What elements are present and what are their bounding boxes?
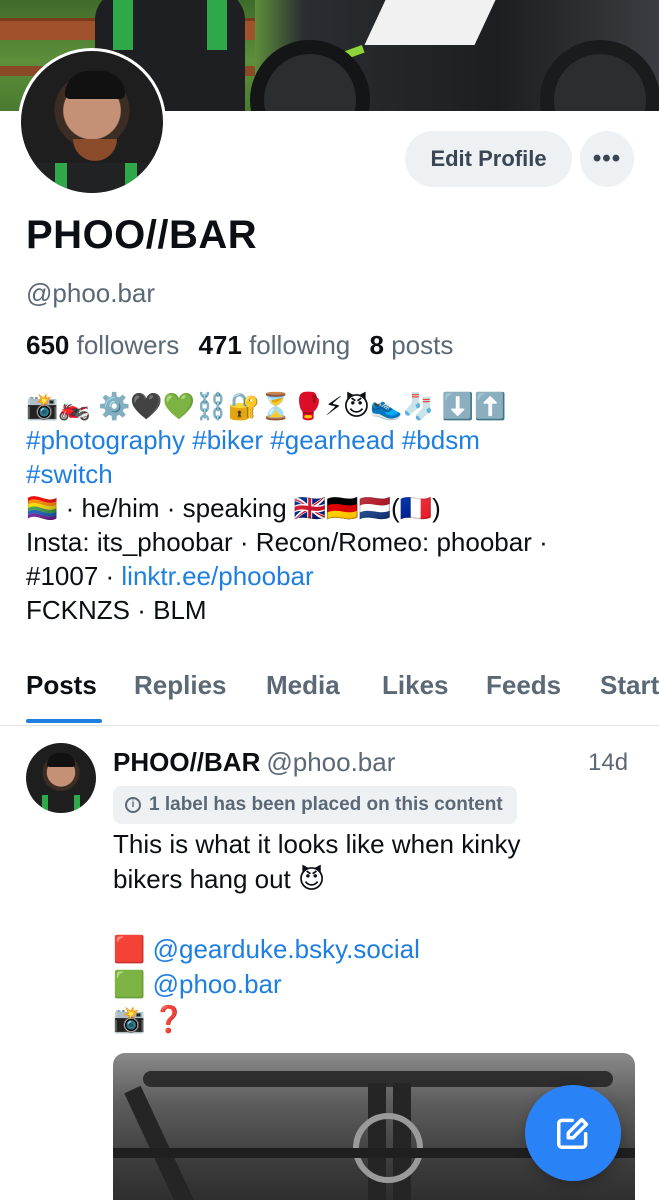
info-icon: i <box>125 797 141 813</box>
post-author-handle: @phoo.bar <box>266 747 396 777</box>
post-body: This is what it looks like when kinky bi… <box>113 827 643 1037</box>
mention-phoobar-link[interactable]: @phoo.bar <box>153 969 282 999</box>
compose-icon <box>557 1117 589 1149</box>
tab-posts[interactable]: Posts <box>26 670 97 701</box>
post-credit-line: 📸 ❓ <box>113 1004 185 1034</box>
bio-hashtag-switch[interactable]: #switch <box>26 457 646 491</box>
post-timestamp[interactable]: 14d <box>588 749 628 777</box>
post-mention-line: 🟩 @phoo.bar <box>113 967 643 1002</box>
edit-profile-button[interactable]: Edit Profile <box>405 131 572 187</box>
followers-label: followers <box>76 330 180 360</box>
image-pole <box>124 1085 200 1200</box>
post-author-avatar[interactable] <box>26 743 96 813</box>
tab-likes[interactable]: Likes <box>382 670 449 701</box>
tab-media[interactable]: Media <box>266 670 340 701</box>
post-header[interactable]: PHOO//BAR @phoo.bar <box>113 747 395 778</box>
green-square-emoji: 🟩 <box>113 969 153 999</box>
bio-emoji-line: 📸🏍️ ⚙️🖤💚⛓️🔐⏳🥊⚡😈👟🧦 ⬇️⬆️ <box>26 391 507 421</box>
tab-replies[interactable]: Replies <box>134 670 227 701</box>
avatar-beard <box>73 139 117 161</box>
bio-pronouns-line: 🏳️‍🌈 · he/him · speaking 🇬🇧🇩🇪🇳🇱(🇫🇷) <box>26 493 441 523</box>
bio-last-line: FCKNZS · BLM <box>26 595 207 625</box>
followers-count: 650 <box>26 330 70 360</box>
post-text-line: bikers hang out 😈 <box>113 864 326 894</box>
profile-handle: @phoo.bar <box>26 278 156 308</box>
bio-linktree-link[interactable]: linktr.ee/phoobar <box>121 561 313 591</box>
posts-label: posts <box>391 330 454 360</box>
post-blank-line <box>113 897 643 932</box>
compose-button[interactable] <box>525 1085 621 1181</box>
post-text-line: This is what it looks like when kinky <box>113 829 521 859</box>
post-avatar-cap <box>47 753 75 767</box>
bio-link-line: #1007 · linktr.ee/phoobar <box>26 559 646 593</box>
bio-link-prefix: #1007 · <box>26 561 122 591</box>
tab-starter-packs[interactable]: Starter Packs <box>600 670 659 701</box>
ellipsis-icon: ••• <box>592 145 622 172</box>
banner-fairing <box>364 0 496 45</box>
following-label: following <box>249 330 351 360</box>
posts-stat: 8 posts <box>369 330 453 360</box>
post-avatar-stripe <box>74 795 80 813</box>
profile-stats: 650 followers 471 following 8 posts <box>26 330 453 361</box>
profile-tabs: Posts Replies Media Likes Feeds Starter … <box>0 660 659 726</box>
mention-gearduke-link[interactable]: @gearduke.bsky.social <box>153 934 420 964</box>
profile-bio: 📸🏍️ ⚙️🖤💚⛓️🔐⏳🥊⚡😈👟🧦 ⬇️⬆️ #photography #bik… <box>26 389 646 627</box>
content-label-pill[interactable]: i 1 label has been placed on this conten… <box>113 786 517 824</box>
active-tab-indicator <box>26 719 102 723</box>
post-author-name: PHOO//BAR <box>113 747 261 777</box>
avatar-jacket <box>31 163 159 193</box>
post-mention-line: 🟥 @gearduke.bsky.social <box>113 932 643 967</box>
avatar-jacket-stripe <box>55 163 67 193</box>
following-count: 471 <box>198 330 242 360</box>
post-avatar-stripe <box>42 795 48 813</box>
posts-count: 8 <box>369 330 384 360</box>
more-options-button[interactable]: ••• <box>580 131 634 187</box>
content-label-text: 1 label has been placed on this content <box>149 794 503 815</box>
avatar-cap <box>65 71 125 99</box>
bio-socials-line: Insta: its_phoobar · Recon/Romeo: phooba… <box>26 527 548 557</box>
bio-hashtags[interactable]: #photography #biker #gearhead #bdsm <box>26 423 646 457</box>
avatar-jacket-stripe <box>125 163 137 193</box>
profile-avatar[interactable] <box>18 48 166 196</box>
followers-stat[interactable]: 650 followers <box>26 330 191 360</box>
following-stat[interactable]: 471 following <box>198 330 362 360</box>
red-square-emoji: 🟥 <box>113 934 153 964</box>
profile-display-name: PHOO//BAR <box>26 213 258 257</box>
tab-feeds[interactable]: Feeds <box>486 670 561 701</box>
